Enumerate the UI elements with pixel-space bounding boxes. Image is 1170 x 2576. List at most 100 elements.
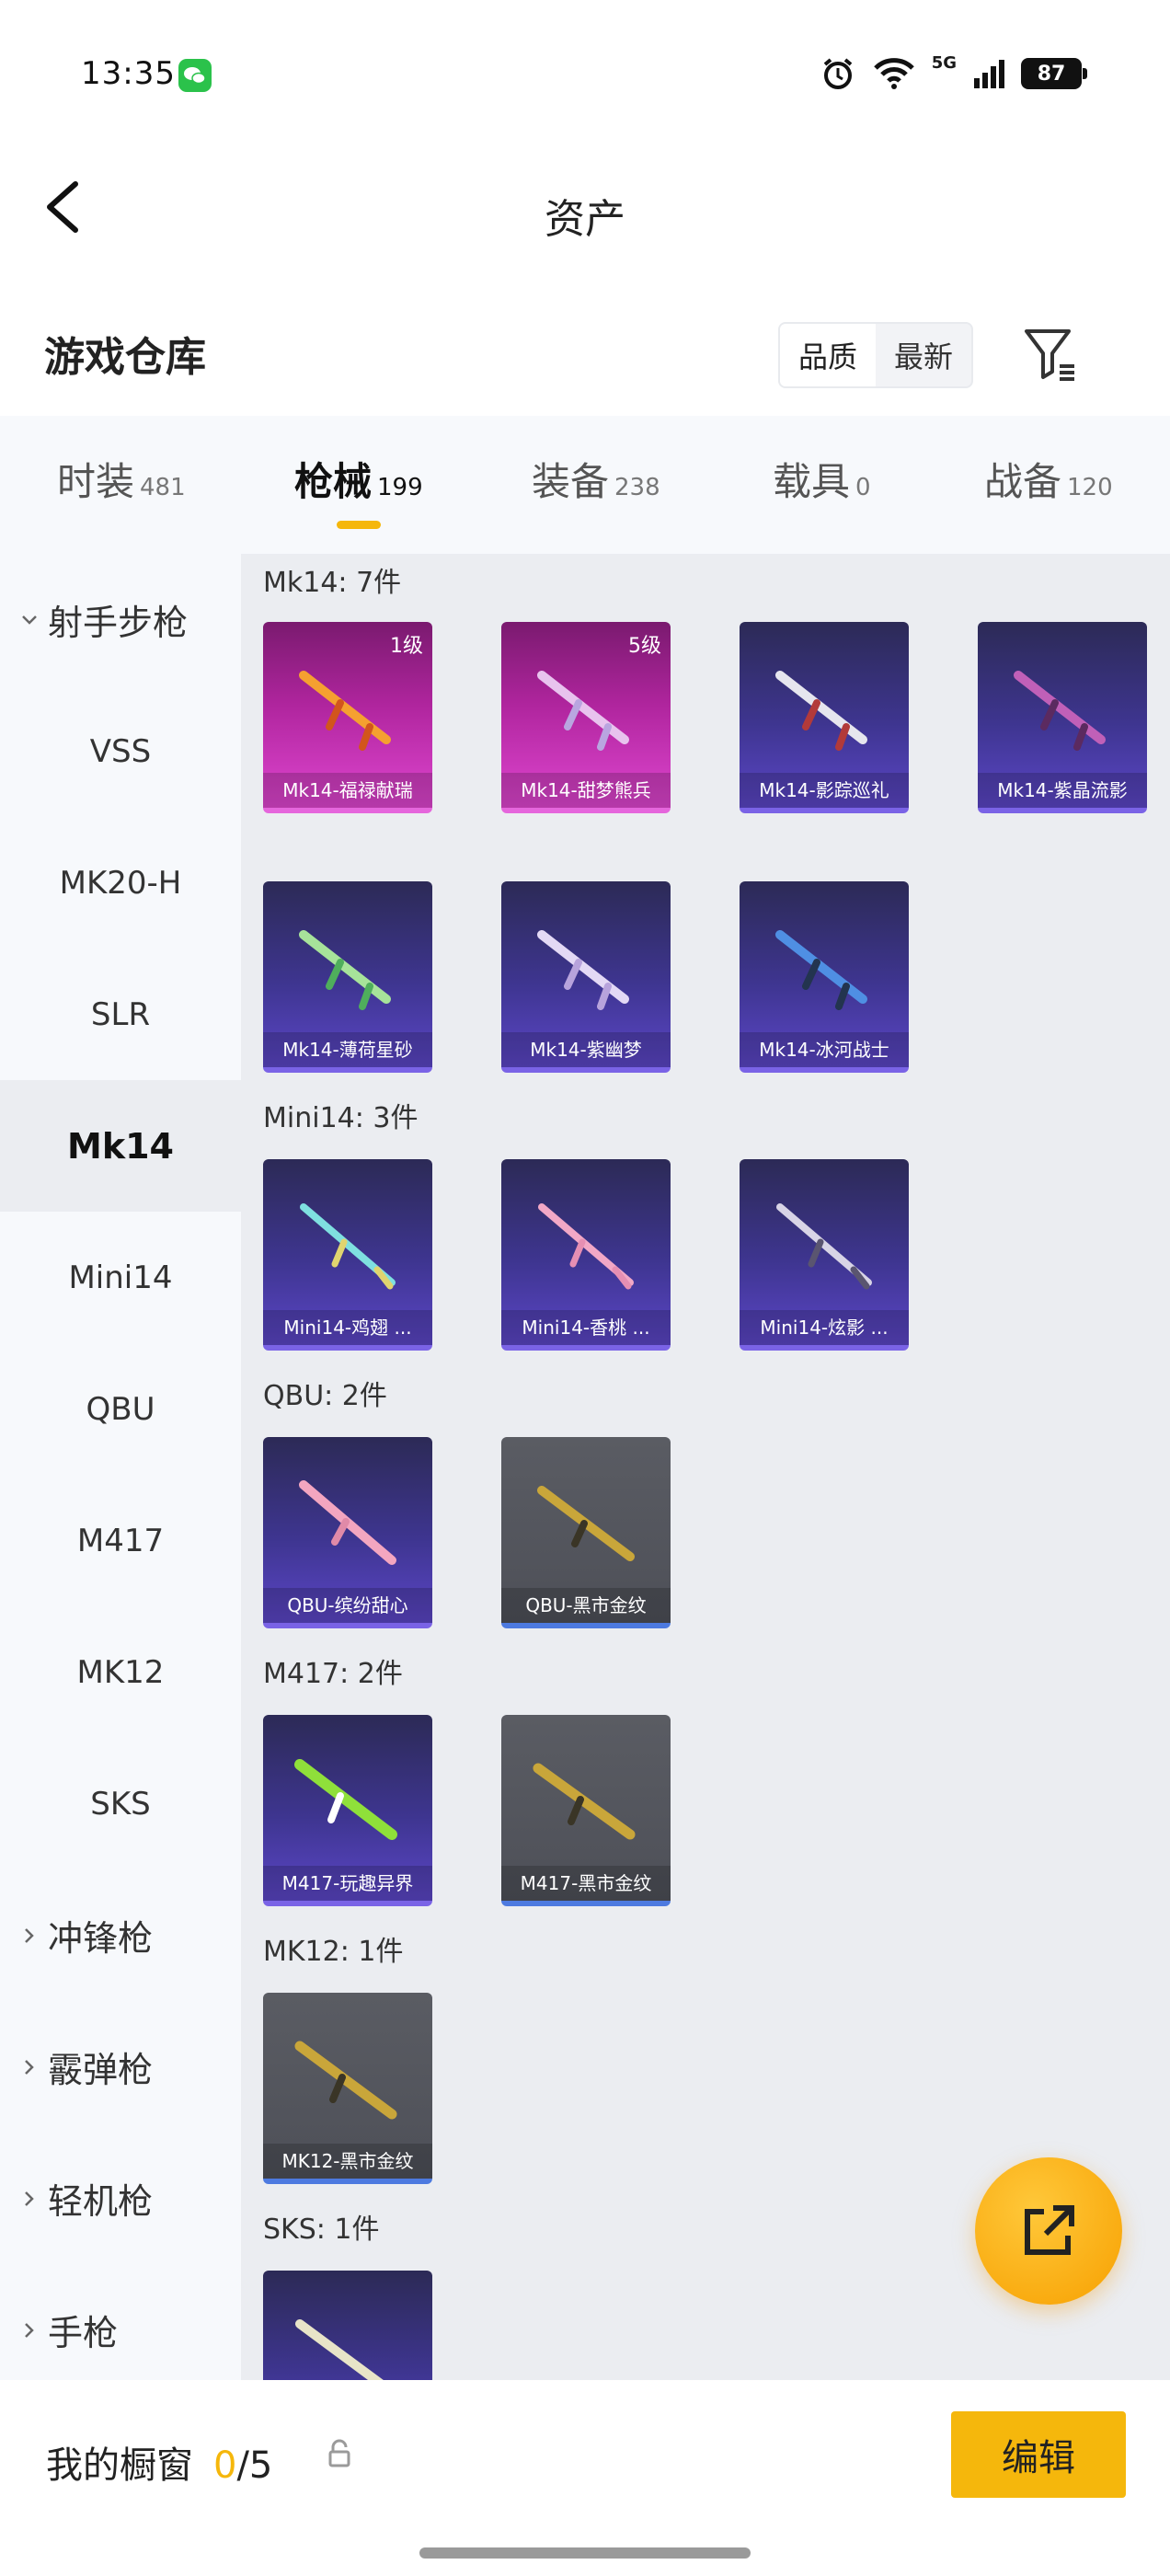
card-label: Mk14-福禄献瑞 [263,773,432,808]
weapon-card[interactable]: Mk14-影踪巡礼 [740,622,909,813]
sidebar-group-label: 手枪 [48,2313,119,2353]
edit-button[interactable]: 编辑 [951,2411,1126,2498]
weapon-card[interactable]: Mk14-紫幽梦 [501,881,671,1073]
rifle-skin-icon [285,1463,410,1582]
wechat-notification-icon [178,59,212,92]
weapon-card[interactable]: Mk14-紫晶流影 [978,622,1147,813]
sidebar-group-pistol[interactable]: 手枪 [0,2264,241,2380]
share-fab-button[interactable] [975,2157,1122,2305]
card-label: Mk14-冰河战士 [740,1032,909,1067]
card-label: Mini14-香桃 ... [501,1310,671,1345]
weapon-card[interactable]: MK12-黑市金纹 [263,1993,432,2184]
showcase-total: /5 [236,2444,273,2487]
sort-toggle: 品质 最新 [778,322,973,388]
card-label: Mini14-鸡翅 ... [263,1310,432,1345]
rifle-skin-icon [285,648,410,767]
weapon-card[interactable]: 5级 Mk14-甜梦熊兵 [501,622,671,813]
sidebar-group-shotgun[interactable]: 霰弹枪 [0,2001,241,2133]
showcase-current: 0 [213,2444,237,2487]
section-header-sks: SKS: 1件 [263,2214,380,2246]
status-icons: 5G 87 [820,53,1087,94]
card-label: Mk14-紫幽梦 [501,1032,671,1067]
page-title: 资产 [545,196,625,243]
section-header-mk14: Mk14: 7件 [263,567,402,599]
tab-firearms[interactable]: 枪械 199 [294,451,423,506]
sidebar-group-lmg[interactable]: 轻机枪 [0,2133,241,2264]
rifle-skin-icon [523,1741,648,1860]
sidebar-item-vss[interactable]: VSS [0,685,241,817]
weapon-card[interactable]: QBU-黑市金纹 [501,1437,671,1628]
chevron-right-icon [25,2322,34,2338]
filter-button[interactable] [1021,324,1080,385]
rifle-skin-icon [523,1185,648,1305]
section-header-m417: M417: 2件 [263,1658,403,1690]
weapon-card[interactable]: Mini14-鸡翅 ... [263,1159,432,1351]
card-label: QBU-黑市金纹 [501,1588,671,1623]
rifle-skin-icon [1000,648,1125,767]
sidebar-group-label: 射手步枪 [48,603,189,643]
status-bar: 13:35 5G 87 [0,0,1170,138]
tab-label: 装备 [532,459,610,504]
sort-by-quality[interactable]: 品质 [780,324,876,386]
network-label: 5G [931,53,957,73]
battery-level: 87 [1037,62,1066,86]
weapon-card[interactable]: M417-玩趣异界 [263,1715,432,1906]
sidebar-item-mk12[interactable]: MK12 [0,1606,241,1738]
wifi-icon [873,58,914,89]
sidebar-group-smg[interactable]: 冲锋枪 [0,1869,241,2001]
weapon-card[interactable]: 1级 Mk14-福禄献瑞 [263,622,432,813]
filter-icon [1025,329,1074,381]
sidebar-item-mk20h[interactable]: MK20-H [0,817,241,949]
alarm-icon [823,58,852,89]
section-header-mini14: Mini14: 3件 [263,1102,419,1134]
sort-by-newest[interactable]: 最新 [876,324,971,386]
rifle-skin-icon [523,648,648,767]
showcase-bar: 我的橱窗 0/5 编辑 [0,2380,1170,2576]
weapon-card[interactable]: Mk14-薄荷星砂 [263,881,432,1073]
tab-equipment[interactable]: 装备 238 [532,451,660,506]
weapon-card[interactable]: Mini14-香桃 ... [501,1159,671,1351]
home-indicator[interactable] [419,2547,751,2559]
tab-count: 238 [614,474,660,501]
rifle-skin-icon [523,1463,648,1582]
weapon-type-sidebar: 射手步枪 VSS MK20-H SLR Mk14 Mini14 QBU M417… [0,554,241,2380]
tab-vehicles[interactable]: 载具 0 [773,451,871,506]
chevron-down-icon [22,615,37,625]
section-header-qbu: QBU: 2件 [263,1380,387,1412]
card-label: MK12-黑市金纹 [263,2144,432,2179]
card-label: Mini14-炫影 ... [740,1310,909,1345]
tab-label: 战备 [984,459,1062,504]
sidebar-item-slr[interactable]: SLR [0,949,241,1080]
tab-label: 枪械 [294,459,373,504]
nav-bar: 资产 [0,138,1170,276]
sidebar-group-label: 霰弹枪 [48,2050,154,2090]
weapon-card[interactable]: QBU-缤纷甜心 [263,1437,432,1628]
weapon-card[interactable]: Mk14-冰河战士 [740,881,909,1073]
rifle-skin-icon [762,648,887,767]
lock-icon [328,2439,350,2467]
sidebar-group-marksman-rifles[interactable]: 射手步枪 [0,554,241,685]
category-tabs: 时装 481 枪械 199 装备 238 载具 0 战备 120 [0,416,1170,554]
sidebar-item-qbu[interactable]: QBU [0,1343,241,1475]
tab-supplies[interactable]: 战备 120 [984,451,1113,506]
weapon-card[interactable] [263,2271,432,2380]
sidebar-group-label: 轻机枪 [48,2181,154,2222]
rifle-skin-icon [285,2296,410,2380]
rifle-skin-icon [285,1185,410,1305]
rifle-skin-icon [285,907,410,1027]
card-label: Mk14-甜梦熊兵 [501,773,671,808]
tab-fashion[interactable]: 时装 481 [57,451,186,506]
sidebar-item-mini14[interactable]: Mini14 [0,1212,241,1343]
card-label: Mk14-影踪巡礼 [740,773,909,808]
sidebar-item-sks[interactable]: SKS [0,1738,241,1869]
weapon-card[interactable]: Mini14-炫影 ... [740,1159,909,1351]
tab-count: 120 [1067,474,1113,501]
tab-count: 0 [855,474,871,501]
sidebar-item-m417[interactable]: M417 [0,1475,241,1606]
signal-icon [974,60,1004,88]
weapon-card[interactable]: M417-黑市金纹 [501,1715,671,1906]
showcase-label: 我的橱窗 [46,2444,193,2487]
tab-label: 载具 [773,459,851,504]
sidebar-item-mk14[interactable]: Mk14 [0,1080,241,1212]
section-header-mk12: MK12: 1件 [263,1936,404,1968]
